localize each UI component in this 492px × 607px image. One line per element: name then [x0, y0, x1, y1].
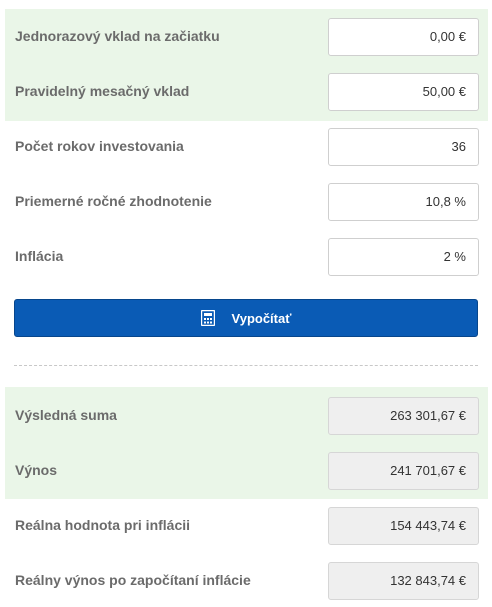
calculate-button[interactable]: Vypočítať	[14, 299, 478, 337]
years-label: Počet rokov investovania	[15, 138, 184, 154]
real-value-output: 154 443,74 €	[328, 507, 479, 545]
row-real-yield: Reálny výnos po započítaní inflácie 132 …	[0, 562, 492, 607]
initial-deposit-input[interactable]: 0,00 €	[328, 18, 479, 56]
calculate-button-label: Vypočítať	[231, 310, 292, 326]
final-sum-output: 263 301,67 €	[328, 397, 479, 435]
annual-return-label: Priemerné ročné zhodnotenie	[15, 193, 212, 209]
section-divider	[14, 365, 478, 366]
monthly-deposit-input[interactable]: 50,00 €	[328, 73, 479, 111]
inflation-input[interactable]: 2 %	[328, 238, 479, 276]
row-inflation: Inflácia 2 %	[0, 238, 492, 304]
initial-deposit-label: Jednorazový vklad na začiatku	[15, 28, 220, 44]
years-input[interactable]: 36	[328, 128, 479, 166]
inflation-label: Inflácia	[15, 248, 64, 264]
final-sum-label: Výsledná suma	[15, 407, 117, 423]
yield-output: 241 701,67 €	[328, 452, 479, 490]
real-yield-label: Reálny výnos po započítaní inflácie	[15, 572, 251, 588]
annual-return-input[interactable]: 10,8 %	[328, 183, 479, 221]
real-yield-output: 132 843,74 €	[328, 562, 479, 600]
calculator-icon	[200, 310, 215, 326]
yield-label: Výnos	[15, 462, 58, 478]
real-value-label: Reálna hodnota pri inflácii	[15, 517, 191, 533]
monthly-deposit-label: Pravidelný mesačný vklad	[15, 83, 190, 99]
